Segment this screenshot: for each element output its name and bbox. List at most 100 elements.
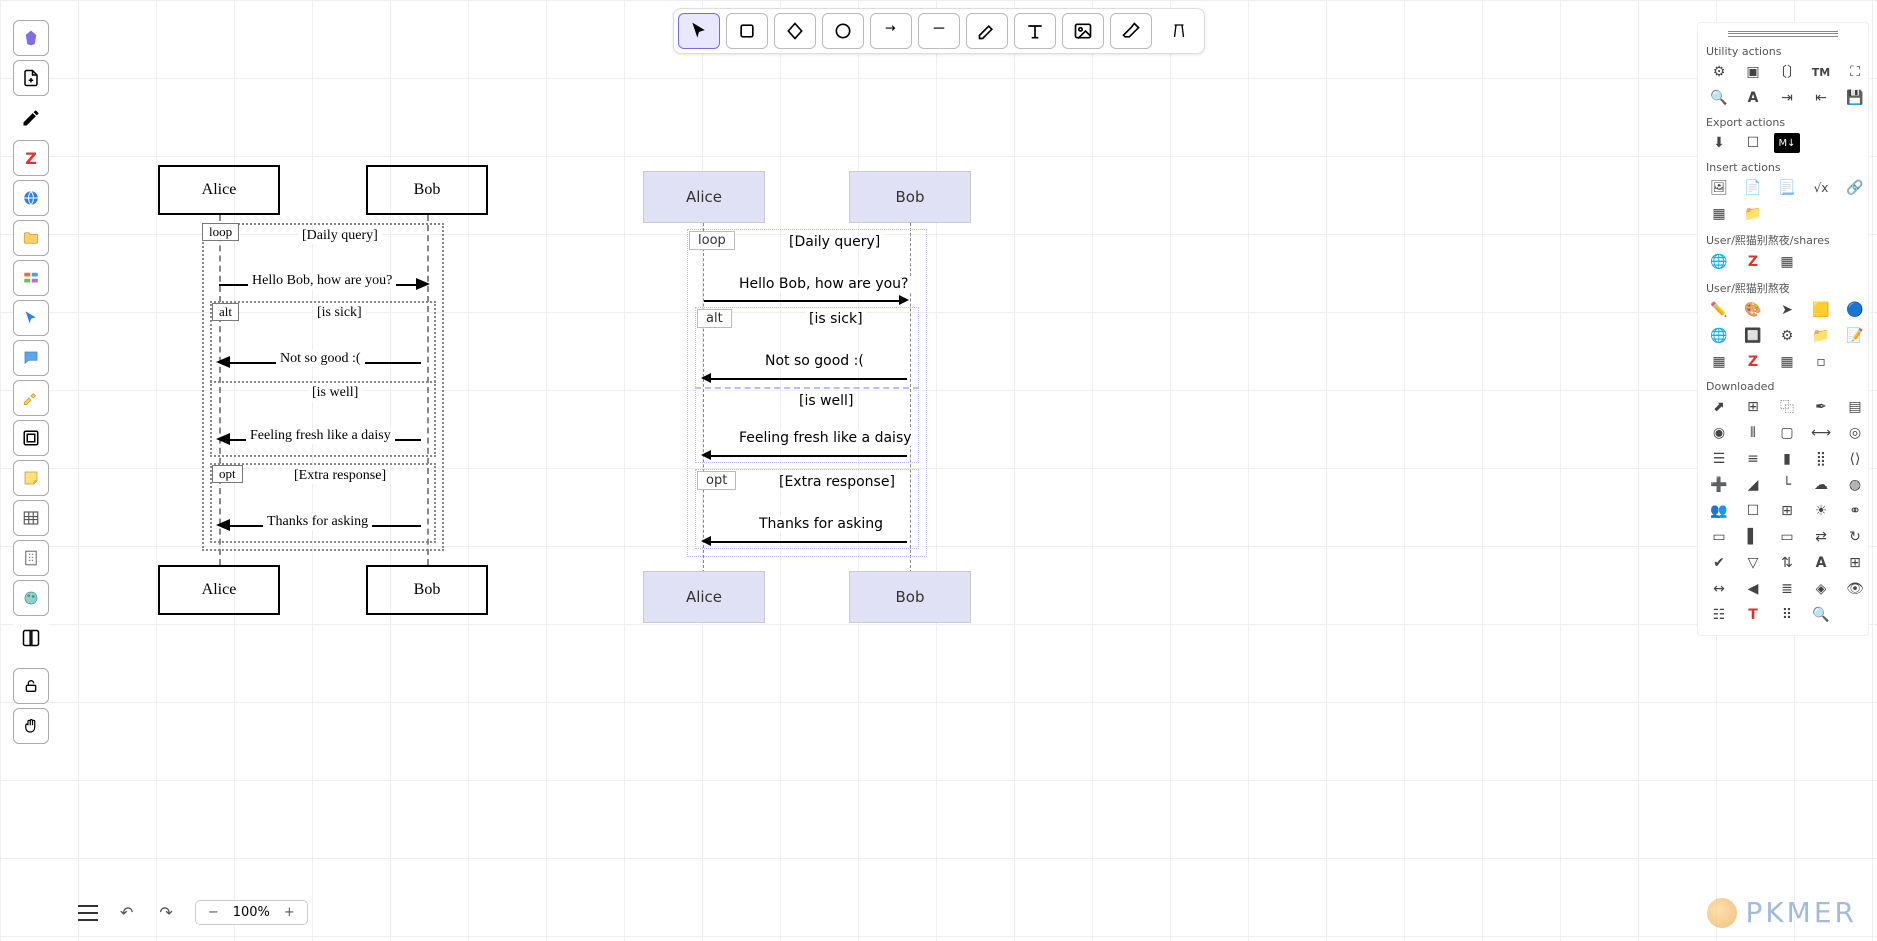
share-globe-icon[interactable]: 🌐: [1706, 252, 1732, 272]
redo-icon[interactable]: ↷: [155, 903, 176, 922]
insert-link-icon[interactable]: 🔗: [1842, 178, 1868, 198]
dl-send-icon[interactable]: ◀: [1740, 579, 1766, 599]
fullscreen-icon[interactable]: ⛶: [1842, 62, 1868, 82]
sketch-actor-alice-bottom[interactable]: Alice: [158, 565, 280, 615]
insert-doc-icon[interactable]: 📃: [1774, 178, 1800, 198]
dl-target-icon[interactable]: ◎: [1842, 423, 1868, 443]
user-z2-icon[interactable]: Z: [1740, 352, 1766, 372]
clean-sequence-diagram[interactable]: Alice Bob loop [Daily query] Hello Bob, …: [643, 171, 975, 631]
cursor-icon[interactable]: [13, 300, 49, 336]
dl-present-icon[interactable]: ▭: [1706, 527, 1732, 547]
insert-file-icon[interactable]: 📁: [1740, 204, 1766, 224]
user-pencil-icon[interactable]: ✏️: [1706, 300, 1732, 320]
import-icon[interactable]: ⇥: [1774, 88, 1800, 108]
dl-grid3-icon[interactable]: ⊞: [1774, 501, 1800, 521]
plugin-z-icon[interactable]: Z: [13, 140, 49, 176]
user-gear-icon[interactable]: ⚙: [1774, 326, 1800, 346]
dl-monitor-icon[interactable]: ▭: [1774, 527, 1800, 547]
dl-swap-icon[interactable]: ⇄: [1808, 527, 1834, 547]
dl-sort-icon[interactable]: ⇅: [1774, 553, 1800, 573]
dl-share-icon[interactable]: ⚭: [1842, 501, 1868, 521]
markdown-icon[interactable]: M↓: [1774, 133, 1800, 153]
dl-align-icon[interactable]: ☰: [1706, 449, 1732, 469]
tool-text[interactable]: [1014, 13, 1056, 49]
dl-width-icon[interactable]: ↔: [1706, 579, 1732, 599]
dl-text-icon[interactable]: A: [1808, 553, 1834, 573]
sketch-sequence-diagram[interactable]: Alice Bob loop [Daily query] Hello Bob, …: [158, 165, 490, 625]
clean-actor-alice-bottom[interactable]: Alice: [643, 571, 765, 623]
dl-misc2-icon[interactable]: ◈: [1808, 579, 1834, 599]
tool-eraser[interactable]: [1110, 13, 1152, 49]
dl-code-icon[interactable]: ⟨⟩: [1842, 449, 1868, 469]
highlighter-icon[interactable]: [13, 380, 49, 416]
library-icon[interactable]: ▣: [1740, 62, 1766, 82]
clean-actor-bob-top[interactable]: Bob: [849, 171, 971, 223]
trademark-icon[interactable]: TM: [1808, 62, 1834, 82]
dl-grid4-icon[interactable]: ⊞: [1842, 553, 1868, 573]
dl-list-icon[interactable]: ▤: [1842, 397, 1868, 417]
export-arrow-icon[interactable]: ⇤: [1808, 88, 1834, 108]
tool-arrow[interactable]: [870, 13, 912, 49]
dl-split-icon[interactable]: ⫴: [1740, 423, 1766, 443]
user-globe2-icon[interactable]: 🔵: [1842, 300, 1868, 320]
tool-line[interactable]: [918, 13, 960, 49]
lock-icon[interactable]: [13, 668, 49, 704]
dl-hier-icon[interactable]: ⣿: [1808, 449, 1834, 469]
dl-people-icon[interactable]: 👥: [1706, 501, 1732, 521]
dl-filter-icon[interactable]: ▽: [1740, 553, 1766, 573]
sketch-actor-alice-top[interactable]: Alice: [158, 165, 280, 215]
dl-align2-icon[interactable]: ≡: [1740, 449, 1766, 469]
dl-openlink-icon[interactable]: ⬈: [1706, 397, 1732, 417]
share-z-icon[interactable]: Z: [1740, 252, 1766, 272]
insert-pdf-icon[interactable]: 📄: [1740, 178, 1766, 198]
dl-eye-icon[interactable]: 👁: [1842, 579, 1868, 599]
dl-plus-icon[interactable]: ➕: [1706, 475, 1732, 495]
save-icon[interactable]: 💾: [1842, 88, 1868, 108]
tool-image[interactable]: [1062, 13, 1104, 49]
dl-bullets-icon[interactable]: ☷: [1706, 605, 1732, 625]
dl-loop-icon[interactable]: ↻: [1842, 527, 1868, 547]
download-icon[interactable]: ⬇: [1706, 133, 1732, 153]
folder-icon[interactable]: [13, 220, 49, 256]
dl-sun-icon[interactable]: ☀: [1808, 501, 1834, 521]
user-sticky-icon[interactable]: 📝: [1842, 326, 1868, 346]
sketch-actor-bob-bottom[interactable]: Bob: [366, 565, 488, 615]
zoom-value[interactable]: 100%: [233, 905, 270, 920]
tool-ellipse[interactable]: [822, 13, 864, 49]
dl-doc2-icon[interactable]: ▌: [1740, 527, 1766, 547]
building-icon[interactable]: [13, 540, 49, 576]
user-note-icon[interactable]: 🟨: [1808, 300, 1834, 320]
tool-rectangle[interactable]: [726, 13, 768, 49]
settings-icon[interactable]: ⚙: [1706, 62, 1732, 82]
share-grid-icon[interactable]: ▦: [1774, 252, 1800, 272]
dl-rss-icon[interactable]: ◢: [1740, 475, 1766, 495]
user-misc-icon[interactable]: ▫: [1808, 352, 1834, 372]
obsidian-icon[interactable]: [13, 20, 49, 56]
dl-select-icon[interactable]: ▢: [1774, 423, 1800, 443]
panel-handle[interactable]: [1728, 31, 1838, 37]
dl-add-icon[interactable]: ⊞: [1740, 397, 1766, 417]
book-icon[interactable]: [13, 620, 49, 656]
user-folder-icon[interactable]: 📁: [1808, 326, 1834, 346]
insert-embed-icon[interactable]: ▦: [1706, 204, 1732, 224]
dl-dots-icon[interactable]: ⠿: [1774, 605, 1800, 625]
font-icon[interactable]: A: [1740, 88, 1766, 108]
hand-icon[interactable]: [13, 708, 49, 744]
user-grid2-icon[interactable]: ▦: [1774, 352, 1800, 372]
menu-icon[interactable]: [78, 905, 98, 921]
dl-zoom-icon[interactable]: 🔍: [1808, 605, 1834, 625]
export-svg-icon[interactable]: ☐: [1740, 133, 1766, 153]
undo-icon[interactable]: ↶: [116, 903, 137, 922]
dl-card-icon[interactable]: ☐: [1740, 501, 1766, 521]
clean-actor-bob-bottom[interactable]: Bob: [849, 571, 971, 623]
search-icon[interactable]: 🔍: [1706, 88, 1732, 108]
user-blocks-icon[interactable]: 🔲: [1740, 326, 1766, 346]
dl-format-icon[interactable]: T: [1740, 605, 1766, 625]
dl-paint2-icon[interactable]: ▮: [1774, 449, 1800, 469]
dl-pen-icon[interactable]: ✒: [1808, 397, 1834, 417]
insert-latex-icon[interactable]: √x: [1808, 178, 1834, 198]
user-table-icon[interactable]: ▦: [1706, 352, 1732, 372]
tool-draw[interactable]: [966, 13, 1008, 49]
tool-diamond[interactable]: [774, 13, 816, 49]
frame-icon[interactable]: [13, 420, 49, 456]
